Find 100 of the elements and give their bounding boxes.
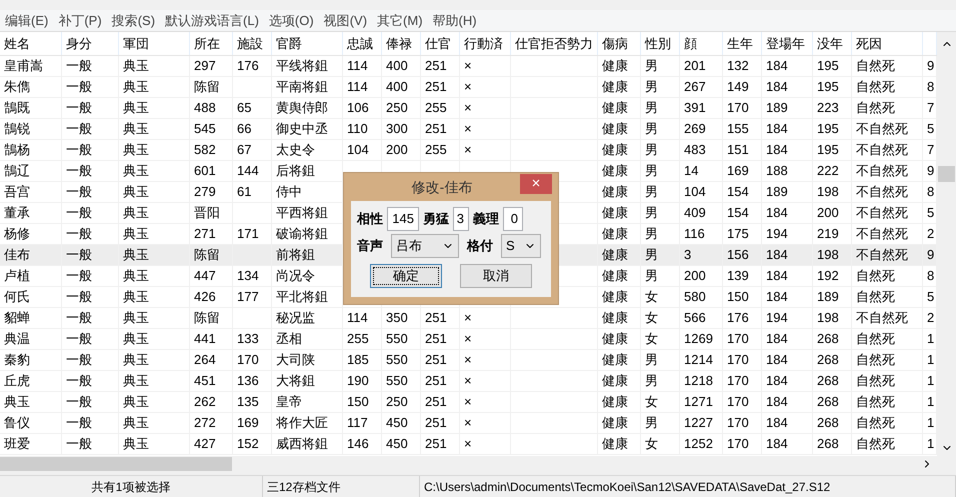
table-cell-text: 鲁仪 (3, 415, 31, 430)
table-cell-text: 秦豹 (3, 352, 31, 367)
table-cell-text: 483 (683, 142, 707, 157)
table-cell-text: 男 (644, 100, 659, 115)
table-cell-text: 184 (765, 289, 789, 304)
table-cell-text: 170 (726, 100, 750, 115)
table-cell-text: 200 (816, 205, 840, 220)
table-cell-text: 典玉 (3, 394, 31, 409)
table-cell-text: 198 (816, 247, 840, 262)
table-cell-text: 189 (765, 184, 789, 199)
table-cell-text: 184 (765, 58, 789, 73)
table-cell-text: 典玉 (122, 247, 150, 262)
table-cell-text: 198 (816, 184, 840, 199)
table-cell-text: 184 (765, 331, 789, 346)
table-cell-text: 男 (644, 352, 659, 367)
table-cell-text: 陈留 (193, 79, 221, 94)
table-cell-text: × (463, 436, 473, 451)
table-cell-text: 侍中 (275, 184, 303, 199)
table-cell-text: 自然死 (855, 352, 896, 367)
table-cell-text: 251 (424, 352, 448, 367)
table-cell-text: 200 (385, 142, 409, 157)
table-cell-text: 自然死 (855, 79, 896, 94)
table-cell-text: 190 (346, 373, 370, 388)
table-cell-text: 251 (424, 394, 448, 409)
table-cell-text: × (463, 310, 473, 325)
table-cell-text: 将作大匠 (275, 415, 329, 430)
table-cell-text: 184 (765, 121, 789, 136)
table-cell-text: 健康 (601, 142, 629, 157)
table-cell-text: × (463, 394, 473, 409)
table-cell-text: 一般 (65, 121, 93, 136)
table-cell-text: 488 (193, 100, 217, 115)
table-cell-text: 1 (926, 394, 936, 409)
table-cell-text: 7 (926, 142, 936, 157)
table-cell-text: 104 (683, 184, 707, 199)
table-cell-text: 不自然死 (855, 184, 909, 199)
table-cell-text: 251 (424, 310, 448, 325)
table-cell-text: 威西将鉏 (275, 436, 329, 451)
table-cell-text: 一般 (65, 289, 93, 304)
table-cell-text: 185 (346, 352, 370, 367)
table-cell-text: 195 (816, 58, 840, 73)
table-cell-text: 不自然死 (855, 310, 909, 325)
table-cell-text: 106 (346, 100, 370, 115)
table-cell-text: 545 (193, 121, 217, 136)
table-cell-text: 鵠锐 (3, 121, 31, 136)
field-label: 格付 (467, 237, 493, 256)
table-cell-text: 114 (346, 310, 369, 325)
table-cell-text: 典玉 (122, 373, 150, 388)
table-cell-text: 1252 (683, 436, 714, 451)
table-cell-text: 184 (765, 268, 789, 283)
table-cell-text: 601 (193, 163, 217, 178)
table-cell-text: 400 (385, 79, 409, 94)
table-cell-text: 447 (193, 268, 217, 283)
table-cell-text: 尚况令 (275, 268, 316, 283)
table-cell-text: 1214 (683, 352, 714, 367)
table-cell-text: 132 (726, 58, 750, 73)
table-cell-text: 陈留 (193, 247, 221, 262)
table-cell-text: 300 (385, 121, 409, 136)
table-cell-text: 350 (385, 310, 409, 325)
table-cell-text: 1 (926, 436, 936, 451)
table-cell-text: 170 (236, 352, 260, 367)
table-cell-text: 272 (193, 415, 217, 430)
table-cell-text: 典玉 (122, 331, 150, 346)
table-cell-text: 黄舆侍郎 (275, 100, 329, 115)
table-cell-text: 秘况监 (275, 310, 316, 325)
table-cell-text: 201 (683, 58, 707, 73)
table-cell-text: 5 (926, 289, 936, 304)
table-cell-text: 169 (726, 163, 750, 178)
table-cell-text: 男 (644, 184, 659, 199)
table-cell-text: 貂蝉 (3, 310, 31, 325)
table-cell-text: 170 (726, 436, 750, 451)
table-cell-text: 典玉 (122, 268, 150, 283)
field-label: 義理 (473, 210, 499, 228)
table-cell-text: 8 (926, 79, 936, 94)
table-cell-text: 不自然死 (855, 247, 909, 262)
table-cell-text: 219 (816, 226, 840, 241)
table-cell-text: 健康 (601, 310, 629, 325)
table-cell-text: 250 (385, 100, 409, 115)
table-cell-text: 400 (385, 58, 409, 73)
table-cell-text: 丘虎 (3, 373, 31, 388)
table-cell-text: 典玉 (122, 436, 150, 451)
table-cell-text: 平南将鉏 (275, 79, 329, 94)
table-cell-text: 195 (816, 79, 840, 94)
table-cell-text: 太史令 (275, 142, 316, 157)
table-cell-text: 鵠杨 (3, 142, 31, 157)
table-cell-text: 平西将鉏 (275, 205, 329, 220)
table-cell-text: 不自然死 (855, 226, 909, 241)
table-cell-text: × (463, 331, 473, 346)
table-cell-text: 268 (816, 331, 840, 346)
table-cell-text: 典玉 (122, 310, 150, 325)
table-cell-text: 一般 (65, 415, 93, 430)
table-cell-text: 1271 (683, 394, 714, 409)
table-cell-text: 男 (644, 142, 659, 157)
table-cell-text: 自然死 (855, 331, 896, 346)
table-cell-text: 188 (765, 163, 789, 178)
table-cell-text: 169 (236, 415, 260, 430)
table-cell-text: 丞相 (275, 331, 303, 346)
table-cell-text: 一般 (65, 79, 93, 94)
table-cell-text: 大司陕 (275, 352, 316, 367)
table-cell-text: 一般 (65, 310, 93, 325)
table-cell-text: 427 (193, 436, 217, 451)
